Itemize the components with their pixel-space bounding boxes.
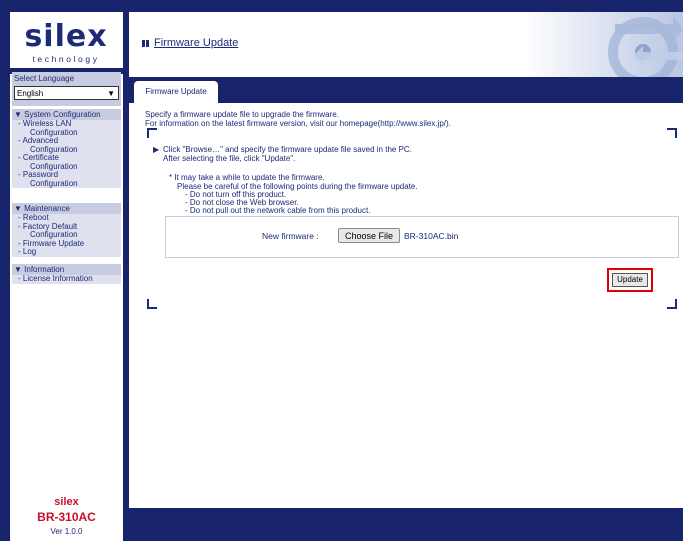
menu-item-wireless-lan[interactable]: - Wireless LAN Configuration [12, 119, 121, 137]
menu-item-certificate[interactable]: - Certificate Configuration [12, 153, 121, 171]
logo-subtext: technology [32, 54, 100, 64]
header-decoration-icon [523, 12, 683, 77]
chevron-down-icon: ▼ [107, 89, 115, 98]
sidebar: silex technology Select Language English… [10, 12, 123, 541]
new-firmware-label: New firmware : [262, 231, 319, 241]
intro-text: Specify a firmware update file to upgrad… [145, 110, 451, 128]
logo-wordmark: silex [24, 19, 108, 54]
language-dropdown[interactable]: English ▼ [14, 86, 119, 100]
main-panel: Firmware Update Firmware Update Specify … [129, 12, 683, 508]
box-corner [147, 128, 149, 138]
update-button[interactable]: Update [612, 273, 648, 287]
language-selector: Select Language English ▼ [12, 72, 121, 106]
content-area: Specify a firmware update file to upgrad… [129, 103, 683, 508]
update-box: ▶ Click "Browse…" and specify the firmwa… [147, 128, 679, 309]
product-info: silex BR-310AC Ver 1.0.0 [10, 496, 123, 536]
tab-firmware-update[interactable]: Firmware Update [134, 81, 218, 103]
menu-maintenance: ▼ Maintenance - Reboot - Factory Default… [12, 203, 121, 257]
note-item-3: - Do not pull out the network cable from… [185, 206, 371, 215]
menu-item-factory-default[interactable]: - Factory Default Configuration [12, 222, 121, 240]
menu-item-license[interactable]: - License Information [12, 274, 121, 284]
tab-bar: Firmware Update [129, 77, 683, 103]
product-brand: silex [54, 496, 79, 508]
firmware-file-row: New firmware : Choose File BR-310AC.bin [165, 216, 679, 258]
box-corner [675, 299, 677, 309]
choose-file-button[interactable]: Choose File [338, 228, 400, 243]
grid-icon [142, 40, 149, 47]
page-header: Firmware Update [129, 12, 683, 77]
language-label: Select Language [14, 74, 75, 83]
menu-system: ▼ System Configuration - Wireless LAN Co… [12, 109, 121, 188]
box-corner [675, 128, 677, 138]
instruction-step1b: After selecting the file, click "Update"… [163, 154, 296, 163]
menu-item-advanced[interactable]: - Advanced Configuration [12, 136, 121, 154]
play-icon: ▶ [153, 145, 160, 154]
product-version: Ver 1.0.0 [50, 527, 83, 536]
language-selected: English [17, 89, 44, 98]
menu-item-log[interactable]: - Log [12, 247, 121, 257]
note-heading: * It may take a while to update the firm… [169, 173, 325, 182]
silex-logo: silex technology [18, 22, 114, 68]
instruction-step1: Click "Browse…" and specify the firmware… [163, 145, 412, 154]
menu-item-password[interactable]: - Password Configuration [12, 170, 121, 188]
page-title: Firmware Update [154, 37, 239, 49]
box-corner [147, 299, 149, 309]
selected-file-name: BR-310AC.bin [404, 231, 459, 241]
product-model: BR-310AC [37, 510, 96, 524]
update-highlight: Update [607, 268, 653, 292]
menu-information: ▼ Information - License Information [12, 264, 121, 284]
footer-bar [129, 508, 683, 541]
